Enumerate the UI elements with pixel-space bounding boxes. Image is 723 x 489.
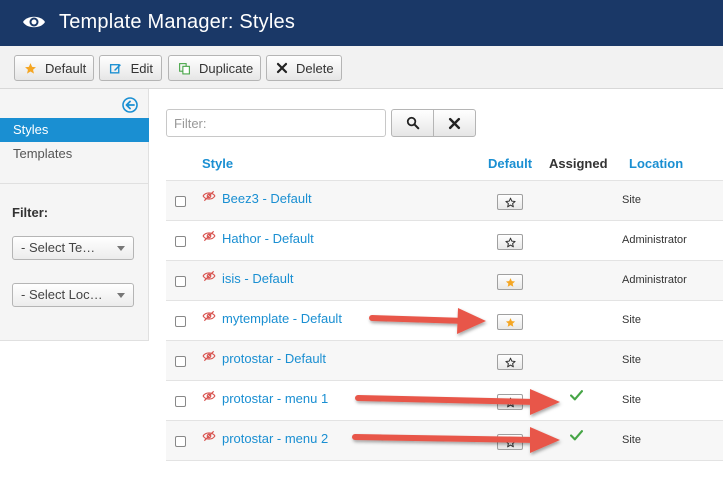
set-default-button[interactable] xyxy=(497,314,523,330)
table-row: isis - Default Administrator xyxy=(166,260,723,300)
select-template-dropdown[interactable]: - Select Te… xyxy=(12,236,134,260)
column-header-style[interactable]: Style xyxy=(202,156,233,171)
preview-hidden-icon xyxy=(202,270,216,282)
sidebar: Styles Templates Filter: - Select Te… - … xyxy=(0,89,149,341)
location-cell: Administrator xyxy=(622,274,687,286)
select-location-value: - Select Loc… xyxy=(21,287,103,302)
close-icon xyxy=(448,117,461,129)
page-header: Template Manager: Styles xyxy=(0,0,723,46)
edit-button[interactable]: Edit xyxy=(99,55,162,81)
column-header-location[interactable]: Location xyxy=(629,156,683,171)
location-cell: Site xyxy=(622,194,641,206)
preview-hidden-icon xyxy=(202,190,216,202)
check-icon xyxy=(570,429,583,441)
duplicate-button-label: Duplicate xyxy=(199,60,254,76)
style-name-link[interactable]: Beez3 - Default xyxy=(222,191,312,206)
column-header-default[interactable]: Default xyxy=(488,156,532,171)
set-default-button[interactable] xyxy=(497,434,523,450)
star-outline-icon xyxy=(504,357,516,368)
set-default-button[interactable] xyxy=(497,354,523,370)
delete-button[interactable]: Delete xyxy=(266,55,342,81)
close-icon xyxy=(276,61,288,75)
style-name-link[interactable]: protostar - menu 1 xyxy=(222,391,328,406)
search-button[interactable] xyxy=(391,109,434,137)
style-name-link[interactable]: protostar - menu 2 xyxy=(222,431,328,446)
star-outline-icon xyxy=(504,197,516,208)
star-outline-icon xyxy=(504,437,516,448)
style-name-link[interactable]: mytemplate - Default xyxy=(222,311,342,326)
duplicate-button[interactable]: Duplicate xyxy=(168,55,261,81)
select-location-dropdown[interactable]: - Select Loc… xyxy=(12,283,134,307)
chevron-down-icon xyxy=(117,293,125,298)
table-row: protostar - Default Site xyxy=(166,340,723,380)
preview-hidden-icon xyxy=(202,310,216,322)
set-default-button[interactable] xyxy=(497,194,523,210)
star-filled-icon xyxy=(505,317,516,328)
preview-hidden-icon xyxy=(202,390,216,402)
select-template-value: - Select Te… xyxy=(21,240,96,255)
toolbar: Default Edit Duplicate Delete xyxy=(0,46,723,89)
sidebar-item-templates[interactable]: Templates xyxy=(0,142,149,166)
table-row: Hathor - Default Administrator xyxy=(166,220,723,260)
star-icon xyxy=(24,61,37,75)
row-checkbox[interactable] xyxy=(175,236,186,247)
check-icon xyxy=(570,389,583,401)
default-button[interactable]: Default xyxy=(14,55,94,81)
style-name-link[interactable]: protostar - Default xyxy=(222,351,326,366)
default-button-label: Default xyxy=(45,60,87,76)
column-header-assigned: Assigned xyxy=(549,156,608,171)
location-cell: Site xyxy=(622,394,641,406)
sidebar-divider xyxy=(0,183,149,184)
star-outline-icon xyxy=(504,237,516,248)
row-checkbox[interactable] xyxy=(175,276,186,287)
set-default-button[interactable] xyxy=(497,394,523,410)
location-cell: Site xyxy=(622,434,641,446)
set-default-button[interactable] xyxy=(497,274,523,290)
location-cell: Site xyxy=(622,314,641,326)
location-cell: Administrator xyxy=(622,234,687,246)
delete-button-label: Delete xyxy=(296,60,334,76)
row-checkbox[interactable] xyxy=(175,196,186,207)
edit-icon xyxy=(109,61,123,75)
set-default-button[interactable] xyxy=(497,234,523,250)
style-name-link[interactable]: isis - Default xyxy=(222,271,294,286)
collapse-sidebar-icon[interactable] xyxy=(122,97,138,113)
edit-button-label: Edit xyxy=(130,60,153,76)
table-row: Beez3 - Default Site xyxy=(166,180,723,220)
page-title: Template Manager: Styles xyxy=(59,11,296,33)
preview-hidden-icon xyxy=(202,350,216,362)
style-name-link[interactable]: Hathor - Default xyxy=(222,231,314,246)
table-bottom-border xyxy=(166,460,723,461)
filter-label: Filter: xyxy=(12,205,49,220)
chevron-down-icon xyxy=(117,246,125,251)
duplicate-icon xyxy=(178,61,191,75)
clear-search-button[interactable] xyxy=(433,109,476,137)
row-checkbox[interactable] xyxy=(175,436,186,447)
row-checkbox[interactable] xyxy=(175,396,186,407)
star-filled-icon xyxy=(505,277,516,288)
table-row: protostar - menu 1 Site xyxy=(166,380,723,420)
star-outline-icon xyxy=(504,397,516,408)
row-checkbox[interactable] xyxy=(175,356,186,367)
eye-icon xyxy=(23,16,45,28)
preview-hidden-icon xyxy=(202,230,216,242)
location-cell: Site xyxy=(622,354,641,366)
preview-hidden-icon xyxy=(202,430,216,442)
table-row: protostar - menu 2 Site xyxy=(166,420,723,460)
sidebar-item-styles[interactable]: Styles xyxy=(0,118,149,142)
table-row: mytemplate - Default Site xyxy=(166,300,723,340)
search-input[interactable] xyxy=(166,109,386,137)
row-checkbox[interactable] xyxy=(175,316,186,327)
search-icon xyxy=(406,116,419,130)
